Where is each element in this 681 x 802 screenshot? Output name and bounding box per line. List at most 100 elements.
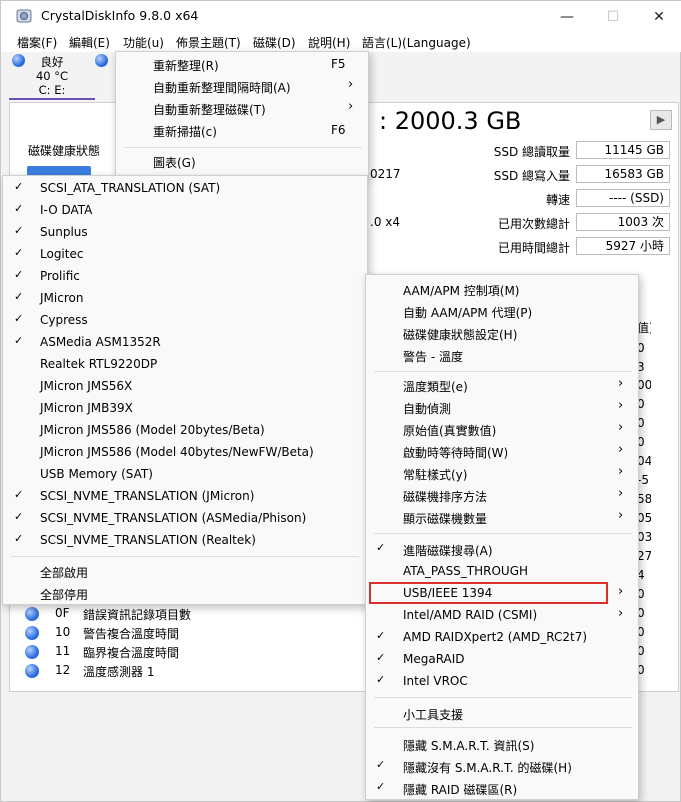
menu-item-health-settings[interactable]: 磁碟健康狀態設定(H) bbox=[366, 322, 638, 344]
check-icon: ✓ bbox=[376, 758, 386, 771]
menu-item-usb-sunplus[interactable]: ✓ Sunplus bbox=[3, 221, 367, 243]
menu-item-usb-asmedia[interactable]: ✓ ASMedia ASM1352R bbox=[3, 331, 367, 353]
menu-item-ata-pass-through[interactable]: ATA_PASS_THROUGH bbox=[366, 560, 638, 582]
menu-separator bbox=[374, 697, 632, 698]
menu-item-temp-warning[interactable]: 警告 - 溫度 bbox=[366, 344, 638, 366]
status-dot-icon bbox=[25, 607, 39, 621]
menu-item-sort-method[interactable]: 磁碟機排序方法 › bbox=[366, 484, 638, 506]
menu-item-auto-refresh-disk[interactable]: 自動重新整理磁碟(T) › bbox=[116, 97, 368, 119]
menu-item-nvme-jmicron[interactable]: ✓ SCSI_NVME_TRANSLATION (JMicron) bbox=[3, 485, 367, 507]
menu-item-auto-aam-apm[interactable]: 自動 AAM/APM 代理(P) bbox=[366, 300, 638, 322]
menu-item-usb-cypress[interactable]: ✓ Cypress bbox=[3, 309, 367, 331]
menu-function[interactable]: 功能(u) bbox=[123, 34, 164, 51]
menu-file[interactable]: 檔案(F) bbox=[17, 34, 57, 51]
check-icon: ✓ bbox=[14, 246, 24, 259]
menu-item-usb-jms56x[interactable]: JMicron JMS56X bbox=[3, 375, 367, 397]
check-icon: ✓ bbox=[14, 532, 24, 545]
menu-item-intel-vroc[interactable]: ✓ Intel VROC bbox=[366, 670, 638, 692]
attribute-id: 11 bbox=[55, 644, 71, 658]
interface-value: .0 x4 bbox=[370, 215, 400, 229]
menu-theme[interactable]: 佈景主題(T) bbox=[176, 34, 241, 51]
menu-item-disable-all[interactable]: 全部停用 bbox=[3, 582, 367, 604]
menu-item-usb-jmicron[interactable]: ✓ JMicron bbox=[3, 287, 367, 309]
menu-item-enable-all[interactable]: 全部啟用 bbox=[3, 560, 367, 582]
menu-item-usb-jms586-20[interactable]: JMicron JMS586 (Model 20bytes/Beta) bbox=[3, 419, 367, 441]
chevron-right-icon: › bbox=[618, 464, 624, 479]
total-read-value: 11145 GB bbox=[576, 141, 670, 159]
disk-tab[interactable]: 良好 40 °C C: E: bbox=[9, 53, 108, 99]
menu-item-usb-jms586-40[interactable]: JMicron JMS586 (Model 40bytes/NewFW/Beta… bbox=[3, 441, 367, 463]
rotation-label: 轉速 bbox=[545, 193, 570, 207]
menu-item-nvme-realtek[interactable]: ✓ SCSI_NVME_TRANSLATION (Realtek) bbox=[3, 529, 367, 551]
maximize-button[interactable]: ☐ bbox=[590, 1, 636, 32]
menu-separator bbox=[374, 371, 632, 372]
menu-item-intel-amd-raid[interactable]: Intel/AMD RAID (CSMI) › bbox=[366, 604, 638, 626]
check-icon: ✓ bbox=[14, 488, 24, 501]
power-count-label: 已用次數總計 bbox=[497, 217, 570, 231]
menu-help[interactable]: 說明(H) bbox=[308, 34, 350, 51]
minimize-icon: — bbox=[560, 8, 574, 25]
menu-item-usb-jmb39x[interactable]: JMicron JMB39X bbox=[3, 397, 367, 419]
status-dot-icon bbox=[95, 54, 108, 67]
menu-item-aam-apm[interactable]: AAM/APM 控制項(M) bbox=[366, 278, 638, 300]
menu-item-raw-values[interactable]: 原始值(真實數值) › bbox=[366, 418, 638, 440]
status-dot-icon bbox=[25, 645, 39, 659]
menu-item-hide-raid[interactable]: ✓ 隱藏 RAID 磁碟區(R) bbox=[366, 777, 638, 799]
raw-value: 0 bbox=[637, 416, 645, 430]
table-row[interactable]: 0F 錯誤資訊記錄項目數 bbox=[19, 605, 369, 623]
menu-item-auto-detect[interactable]: 自動偵測 › bbox=[366, 396, 638, 418]
table-row[interactable]: 11 臨界複合溫度時間 bbox=[19, 643, 369, 661]
menu-item-nvme-asmedia[interactable]: ✓ SCSI_NVME_TRANSLATION (ASMedia/Phison) bbox=[3, 507, 367, 529]
table-row[interactable]: 10 警告複合溫度時間 bbox=[19, 624, 369, 642]
menu-item-refresh[interactable]: 重新整理(R) F5 bbox=[116, 53, 368, 75]
check-icon: ✓ bbox=[14, 312, 24, 325]
check-icon: ✓ bbox=[14, 290, 24, 303]
menu-item-hide-no-smart[interactable]: ✓ 隱藏沒有 S.M.A.R.T. 的磁碟(H) bbox=[366, 755, 638, 777]
menu-item-gadget-support[interactable]: 小工具支援 bbox=[366, 702, 638, 724]
menu-edit[interactable]: 編輯(E) bbox=[69, 34, 110, 51]
advanced-menu: AAM/APM 控制項(M) 自動 AAM/APM 代理(P) 磁碟健康狀態設定… bbox=[365, 274, 639, 800]
chevron-right-icon: › bbox=[618, 442, 624, 457]
menu-item-advanced-search[interactable]: ✓ 進階磁碟搜尋(A) bbox=[366, 538, 638, 560]
power-hours-value: 5927 小時 bbox=[576, 237, 670, 255]
minimize-button[interactable]: — bbox=[544, 1, 590, 32]
disk-temperature: 40 °C bbox=[35, 69, 69, 83]
menu-item-drive-count[interactable]: 顯示磁碟機數量 › bbox=[366, 506, 638, 528]
menu-item-auto-refresh-interval[interactable]: 自動重新整理間隔時間(A) › bbox=[116, 75, 368, 97]
disk-status: 良好 bbox=[40, 55, 64, 69]
menu-item-usb-realtek[interactable]: Realtek RTL9220DP bbox=[3, 353, 367, 375]
menu-item-startup-wait[interactable]: 啟動時等待時間(W) › bbox=[366, 440, 638, 462]
raw-value: 3 bbox=[637, 360, 645, 374]
menu-item-resident-style[interactable]: 常駐樣式(y) › bbox=[366, 462, 638, 484]
chevron-right-icon: › bbox=[618, 420, 624, 435]
menu-item-usb-sat[interactable]: ✓ SCSI_ATA_TRANSLATION (SAT) bbox=[3, 177, 367, 199]
menu-item-usb-logitec[interactable]: ✓ Logitec bbox=[3, 243, 367, 265]
menu-item-usb-prolific[interactable]: ✓ Prolific bbox=[3, 265, 367, 287]
next-disk-button[interactable]: ▶ bbox=[650, 110, 672, 130]
menu-item-usb-memory[interactable]: USB Memory (SAT) bbox=[3, 463, 367, 485]
health-status-label: 磁碟健康狀態 bbox=[28, 144, 101, 158]
menu-item-hide-smart[interactable]: 隱藏 S.M.A.R.T. 資訊(S) bbox=[366, 733, 638, 755]
check-icon: ✓ bbox=[376, 673, 386, 686]
disk-drive-letters: C: E: bbox=[38, 83, 66, 97]
check-icon: ✓ bbox=[376, 651, 386, 664]
raw-value: 0 bbox=[637, 587, 645, 601]
close-button[interactable]: ✕ bbox=[636, 1, 681, 32]
menu-separator bbox=[11, 556, 359, 557]
table-row[interactable]: 12 溫度感測器 1 bbox=[19, 662, 369, 680]
total-read-label: SSD 總讀取量 bbox=[493, 145, 570, 159]
menu-item-temp-type[interactable]: 溫度類型(e) › bbox=[366, 374, 638, 396]
raw-value: 00 bbox=[637, 378, 651, 392]
chevron-right-icon: › bbox=[618, 376, 624, 391]
check-icon: ✓ bbox=[14, 334, 24, 347]
attribute-id: 10 bbox=[55, 625, 71, 639]
menu-item-graph[interactable]: 圖表(G) bbox=[116, 150, 368, 172]
chevron-right-icon: › bbox=[348, 77, 354, 92]
menu-item-usb-iodata[interactable]: ✓ I-O DATA bbox=[3, 199, 367, 221]
menu-language[interactable]: 語言(L)(Language) bbox=[362, 34, 471, 51]
menu-item-rescan[interactable]: 重新掃描(c) F6 bbox=[116, 119, 368, 141]
menu-item-amd-raidxpert2[interactable]: ✓ AMD RAIDXpert2 (AMD_RC2t7) bbox=[366, 626, 638, 648]
menu-disk[interactable]: 磁碟(D) bbox=[253, 34, 296, 51]
usb-item-highlight-box bbox=[369, 582, 608, 604]
menu-item-megaraid[interactable]: ✓ MegaRAID bbox=[366, 648, 638, 670]
